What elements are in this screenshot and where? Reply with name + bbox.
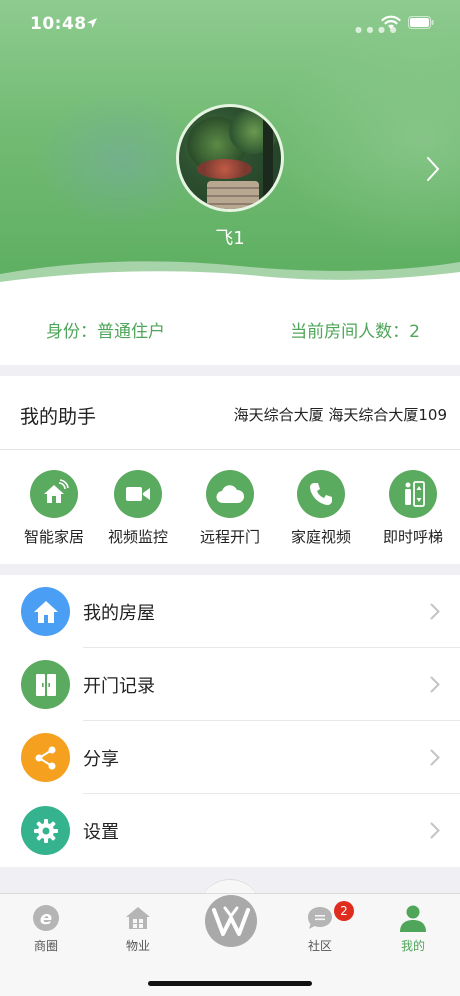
- assistant-title: 我的助手: [20, 406, 97, 428]
- menu-item-label: 设置: [83, 822, 119, 843]
- chevron-right-icon: [430, 749, 440, 766]
- share-icon: [21, 733, 70, 782]
- house-icon: [21, 587, 70, 636]
- center-logo-button[interactable]: [205, 895, 257, 947]
- header-wave: [0, 261, 460, 292]
- tool-label: 视频监控: [107, 528, 168, 546]
- cloud-icon: [206, 470, 254, 518]
- tab-mine[interactable]: 我的: [383, 902, 443, 954]
- identity-row: 身份：普通住户 当前房间人数：2: [0, 292, 460, 365]
- phone-icon: [297, 470, 345, 518]
- tool-family-video[interactable]: 家庭视频: [275, 470, 367, 547]
- person-icon: [397, 902, 429, 934]
- status-bar: 10:48 ● ● ● ●: [0, 0, 460, 48]
- menu-item-share[interactable]: 分享: [0, 721, 460, 794]
- status-time: 10:48: [30, 14, 87, 34]
- assistant-card: 我的助手 海天综合大厦 海天综合大厦109 智能家居 视频监控 远程开门 家庭视…: [0, 376, 460, 564]
- username: 飞1: [215, 228, 245, 249]
- tool-label: 远程开门: [199, 528, 260, 546]
- menu-item-settings[interactable]: 设置: [0, 794, 460, 867]
- menu-item-door-records[interactable]: 开门记录: [0, 648, 460, 721]
- shopping-e-icon: e: [30, 902, 62, 934]
- menu-item-label: 我的房屋: [83, 603, 155, 624]
- notification-badge: 2: [334, 901, 354, 921]
- door-icon: [21, 660, 70, 709]
- elevator-icon: [389, 470, 437, 518]
- tool-elevator-call[interactable]: 即时呼梯: [367, 470, 459, 547]
- chevron-right-icon: [430, 822, 440, 839]
- avatar[interactable]: [176, 104, 284, 212]
- video-camera-icon: [114, 470, 162, 518]
- location-arrow-icon: [87, 18, 97, 28]
- tab-label: 商圈: [33, 939, 58, 953]
- tool-label: 家庭视频: [290, 528, 351, 546]
- menu-item-label: 开门记录: [83, 676, 155, 697]
- tool-video-monitor[interactable]: 视频监控: [92, 470, 184, 547]
- tab-shopping[interactable]: e 商圈: [16, 902, 76, 954]
- profile-chevron-right-icon[interactable]: [426, 156, 440, 182]
- menu-item-label: 分享: [83, 749, 119, 770]
- tab-label: 我的: [400, 939, 425, 953]
- menu-list: 我的房屋 开门记录 分享 设置: [0, 575, 460, 867]
- tool-smart-home[interactable]: 智能家居: [8, 470, 100, 547]
- tab-label: 物业: [125, 939, 150, 953]
- menu-item-my-house[interactable]: 我的房屋: [0, 575, 460, 648]
- divider: [0, 449, 460, 450]
- tool-label: 智能家居: [23, 528, 84, 546]
- smart-home-icon: [30, 470, 78, 518]
- gear-icon: [21, 806, 70, 855]
- tab-property[interactable]: 物业: [108, 902, 168, 954]
- profile-header: 10:48 ● ● ● ● 飞1: [0, 0, 460, 292]
- chevron-right-icon: [430, 676, 440, 693]
- wifi-icon: [381, 15, 401, 29]
- battery-icon: [408, 16, 434, 29]
- building-name[interactable]: 海天综合大厦 海天综合大厦109: [234, 404, 447, 425]
- home-indicator: [148, 981, 312, 986]
- property-house-icon: [122, 902, 154, 934]
- resident-role: 身份：普通住户: [46, 322, 165, 342]
- tool-label: 即时呼梯: [382, 528, 443, 546]
- tool-remote-unlock[interactable]: 远程开门: [184, 470, 276, 547]
- w-logo-icon: [212, 906, 250, 936]
- chat-bubble-icon: [304, 902, 336, 934]
- room-person-count: 当前房间人数：2: [290, 322, 420, 342]
- tab-label: 社区: [307, 939, 332, 953]
- svg-text:e: e: [40, 908, 52, 929]
- chevron-right-icon: [430, 603, 440, 620]
